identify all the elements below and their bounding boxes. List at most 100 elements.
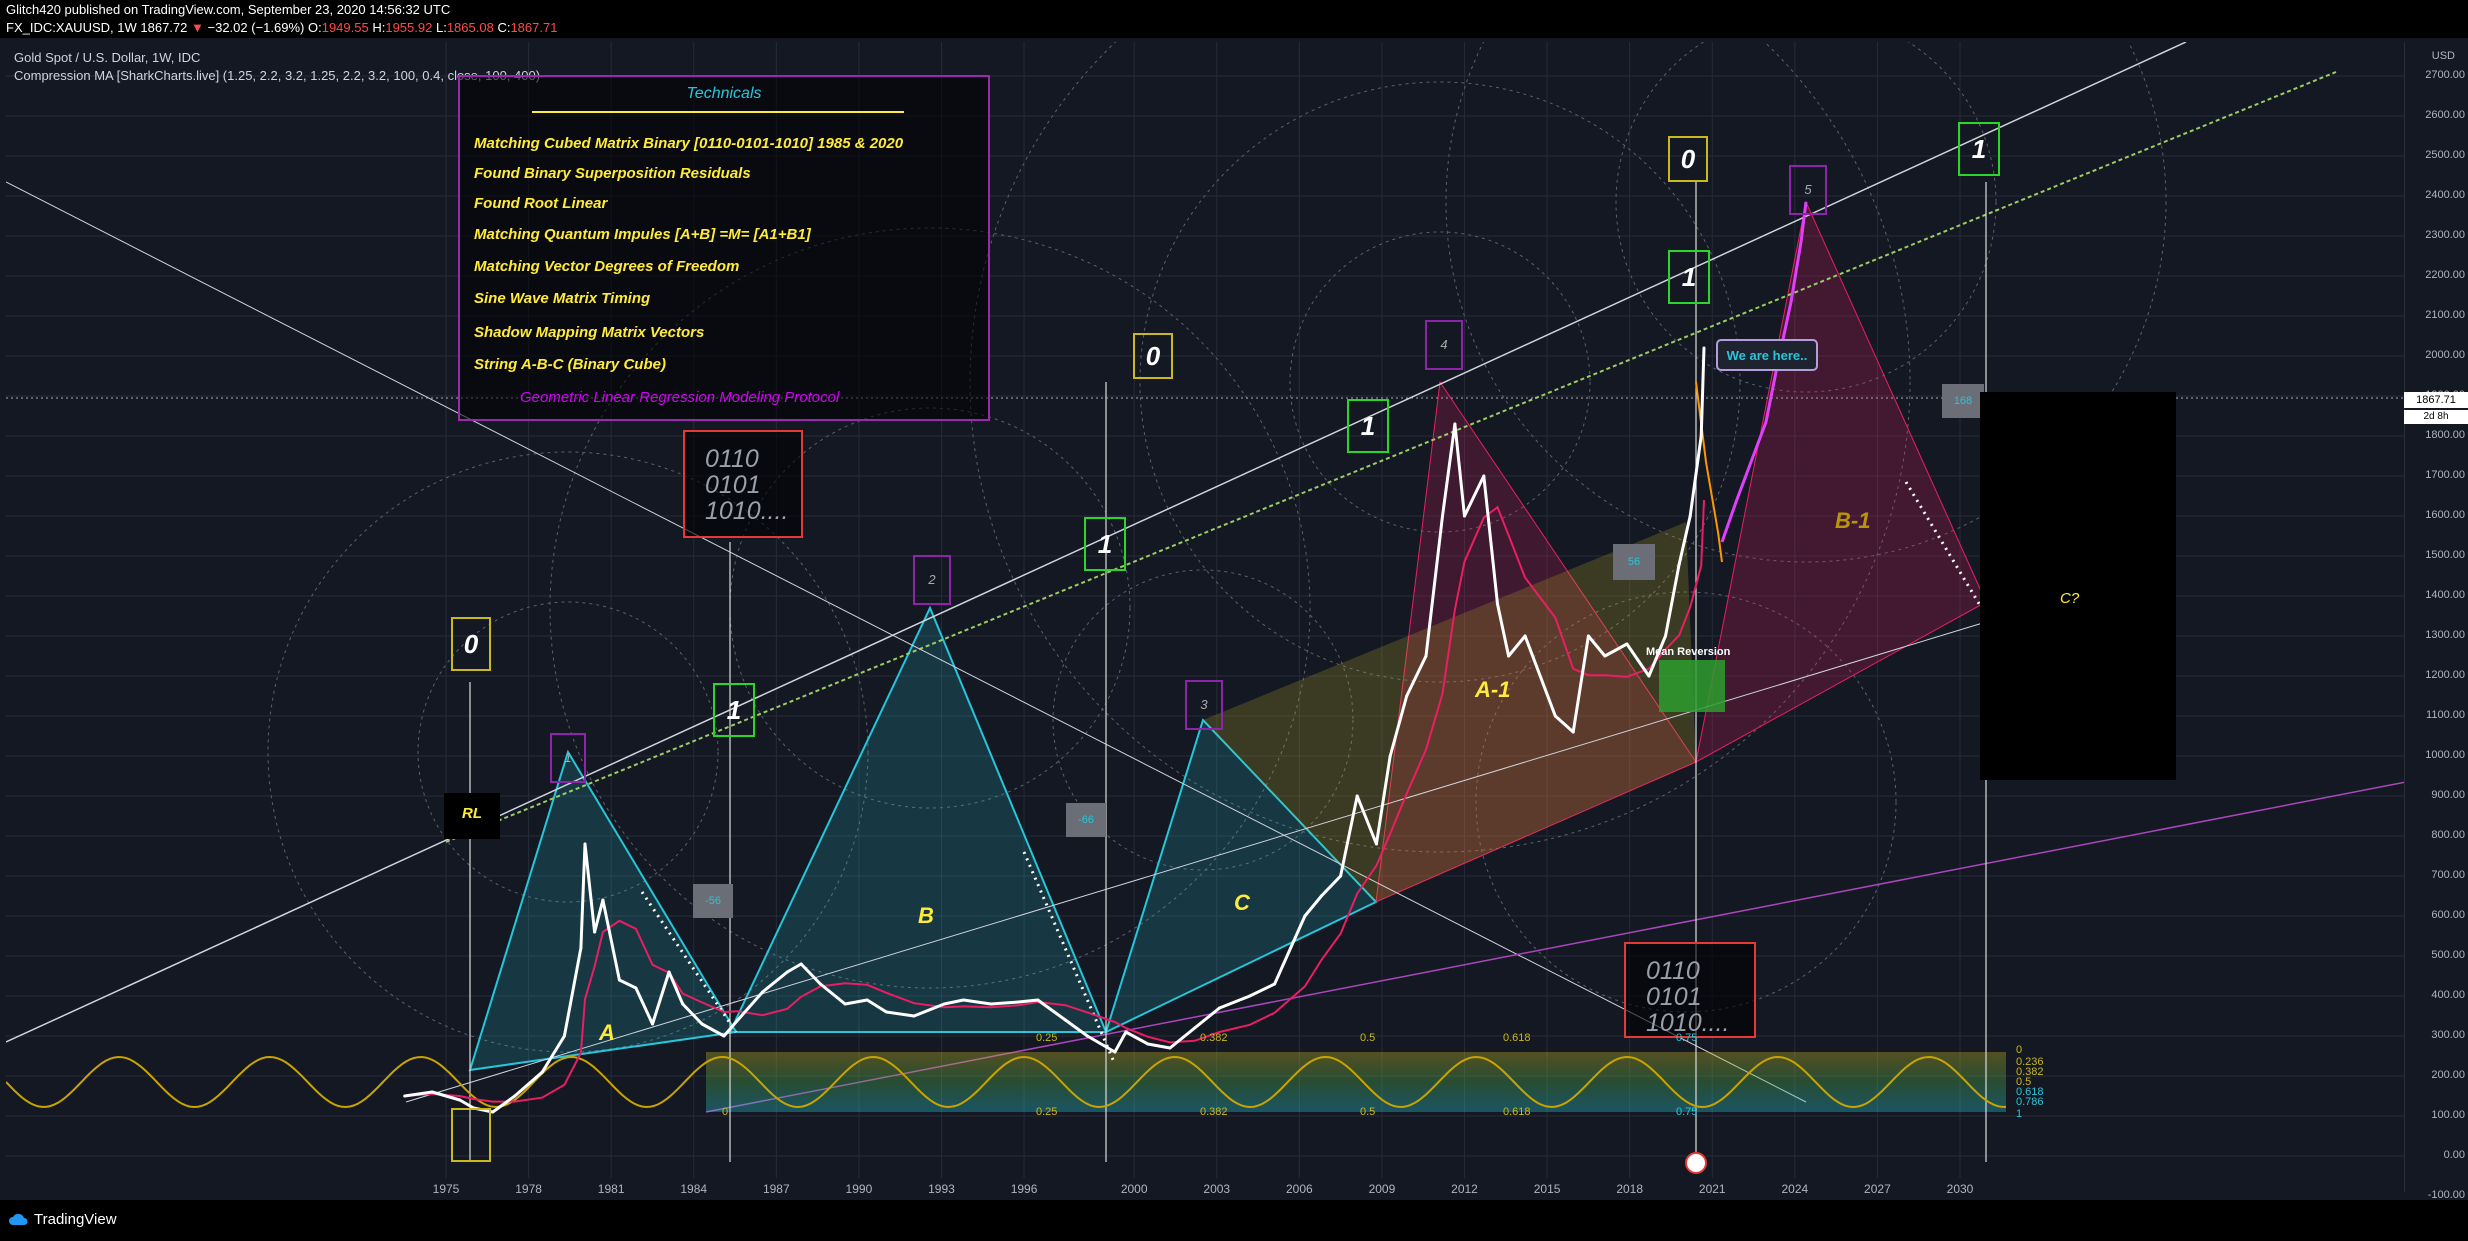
time-tick-label: 1981: [597, 1182, 625, 1196]
time-axis[interactable]: 1975 1978 1981 1984 1987 1990 1993 1996 2000 2003…: [6, 1178, 2404, 1200]
price-point: [722, 1034, 726, 1038]
one-tag[interactable]: 1: [1958, 122, 2000, 176]
empty-yellow-tag[interactable]: [451, 1108, 491, 1162]
technicals-footer: Geometric Linear Regression Modeling Pro…: [520, 389, 840, 406]
zero-tag[interactable]: 0: [1133, 333, 1173, 379]
price-point: [1388, 754, 1392, 758]
zero-tag[interactable]: 0: [451, 617, 491, 671]
price-tick-label: 2400.00: [2425, 189, 2465, 201]
grey-marker-box[interactable]: 168: [1942, 384, 1984, 418]
price-tick-label: 1100.00: [2426, 709, 2465, 721]
orange-ma-line: [1695, 381, 1723, 563]
c-question-label: C?: [2060, 590, 2080, 607]
fib-level-label: 0.25: [1036, 1106, 1058, 1118]
one-tag[interactable]: 1: [713, 683, 755, 737]
one-tag[interactable]: 1: [1347, 399, 1389, 453]
purple-tag[interactable]: 1: [550, 733, 586, 783]
price-point: [1677, 562, 1681, 566]
price-point: [1319, 894, 1323, 898]
wave-c-label: C: [1234, 890, 1250, 915]
we-are-here-callout[interactable]: We are here..: [1716, 339, 1818, 371]
price-point: [1248, 994, 1252, 998]
price-point: [1586, 634, 1590, 638]
rl-tag[interactable]: RL: [444, 793, 500, 839]
time-tick-label: 2024: [1781, 1182, 1809, 1196]
price-point: [1647, 674, 1651, 678]
price-point: [1603, 654, 1607, 658]
current-price-badge: 1867.71: [2404, 392, 2468, 408]
price-point: [1424, 654, 1428, 658]
us-flag-icon[interactable]: [1685, 1152, 1707, 1174]
fib-level-label: 0.382: [1200, 1106, 1228, 1118]
future-black-box: C?: [1980, 392, 2176, 780]
price-point: [1374, 842, 1378, 846]
price-tick-label: 2700.00: [2425, 69, 2465, 81]
fib-level-label: 0.382: [1200, 1032, 1228, 1044]
symbol-label: FX_IDC:XAUUSD, 1W: [6, 20, 137, 35]
price-point: [1218, 1006, 1222, 1010]
price-axis[interactable]: USD 2700.00 2600.00 2500.00 2400.00 2300.00 2…: [2404, 42, 2468, 1201]
price-point: [1339, 874, 1343, 878]
purple-tag[interactable]: 4: [1425, 320, 1463, 370]
open-value: 1949.55: [321, 20, 369, 35]
triangle-b: [728, 605, 1108, 1033]
price-tick-label: 2300.00: [2425, 229, 2465, 241]
price-point: [1036, 998, 1040, 1002]
time-tick-label: 2000: [1120, 1182, 1148, 1196]
mean-reversion-label: Mean Reversion: [1646, 646, 1731, 658]
time-tick-label: 2006: [1285, 1182, 1313, 1196]
price-point: [430, 1090, 434, 1094]
price-tick-label: 1300.00: [2425, 629, 2465, 641]
green-box: [1659, 660, 1725, 712]
brand-name: TradingView: [34, 1211, 117, 1228]
binary-matrix-box[interactable]: 0110 0101 1010....: [1624, 942, 1756, 1038]
one-tag[interactable]: 1: [1668, 250, 1710, 304]
price-point: [667, 970, 671, 974]
price-point: [1085, 1034, 1089, 1038]
chart-legend-title: Gold Spot / U.S. Dollar, 1W, IDC: [14, 50, 201, 65]
price-point: [1017, 1000, 1021, 1004]
fib-band: [706, 1052, 2006, 1112]
time-tick-label: 2021: [1698, 1182, 1726, 1196]
technicals-item: Shadow Mapping Matrix Vectors: [474, 324, 705, 341]
price-point: [458, 1098, 462, 1102]
price-point: [1405, 694, 1409, 698]
price-point: [1355, 794, 1359, 798]
purple-tag[interactable]: 5: [1789, 165, 1827, 215]
price-tick-label: 200.00: [2431, 1069, 2465, 1081]
last-price: 1867.72: [140, 20, 188, 35]
time-tick-label: 2030: [1946, 1182, 1974, 1196]
purple-tag[interactable]: 2: [913, 555, 951, 605]
price-point: [403, 1094, 407, 1098]
purple-tag[interactable]: 3: [1185, 680, 1223, 730]
currency-label: USD: [2431, 50, 2455, 62]
symbol-ohlc-line: FX_IDC:XAUUSD, 1W 1867.72 ▼ −32.02 (−1.6…: [6, 20, 557, 35]
price-point: [1063, 1018, 1067, 1022]
grey-marker-box[interactable]: -66: [1066, 803, 1106, 837]
one-tag[interactable]: 1: [1084, 517, 1126, 571]
brand-logo[interactable]: TradingView: [8, 1211, 117, 1228]
price-point: [1688, 514, 1692, 518]
price-tick-label: 400.00: [2431, 989, 2465, 1001]
grey-marker-box[interactable]: 56: [1613, 544, 1655, 580]
wave-b1-label: B-1: [1835, 508, 1871, 533]
high-value: 1955.92: [385, 20, 433, 35]
price-tick-label: 2100.00: [2425, 309, 2465, 321]
price-point: [562, 1034, 566, 1038]
price-point: [1453, 422, 1457, 426]
price-tick-label: 900.00: [2431, 789, 2465, 801]
grey-marker-box[interactable]: -56: [693, 884, 733, 918]
price-tick-label: 0.00: [2443, 1149, 2465, 1161]
wave-a-label: A: [599, 1020, 615, 1045]
low-label: L:: [435, 20, 447, 35]
price-tick-label: 1400.00: [2425, 589, 2465, 601]
close-value: 1867.71: [510, 20, 558, 35]
binary-matrix-box[interactable]: 0110 0101 1010....: [683, 430, 803, 538]
wave-a1-label: A-1: [1475, 677, 1511, 702]
price-point: [865, 998, 869, 1002]
fib-right-label: 1: [2016, 1108, 2023, 1120]
wave-b-label: B: [918, 903, 934, 928]
zero-tag[interactable]: 0: [1668, 136, 1708, 182]
price-point: [513, 1094, 517, 1098]
fib-level-label: 0.75: [1676, 1106, 1698, 1118]
